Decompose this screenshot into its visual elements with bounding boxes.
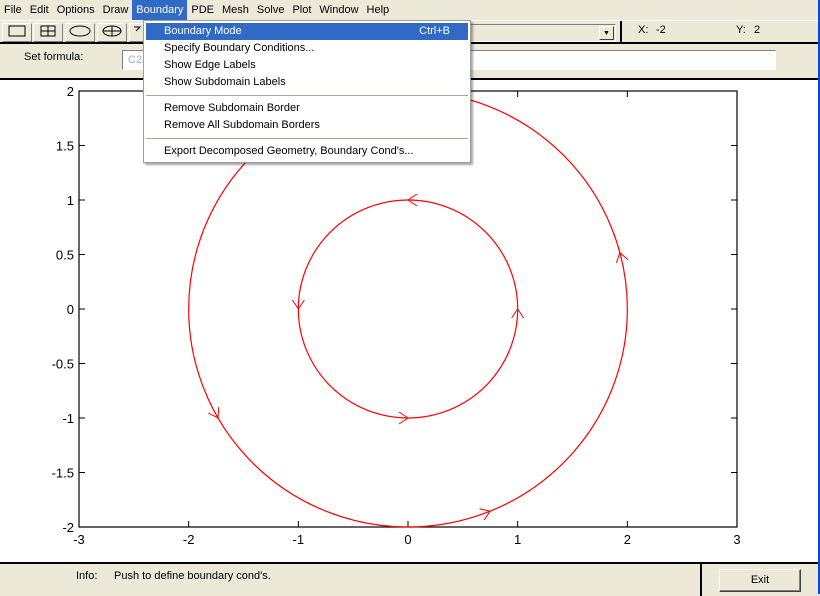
y-tick-label: 0.5 — [56, 248, 74, 263]
menu-item-show-edge-labels[interactable]: Show Edge Labels — [146, 57, 468, 74]
ellipse-icon — [69, 25, 91, 40]
menu-item-label: Show Edge Labels — [164, 59, 256, 71]
chevron-down-icon[interactable]: ▼ — [599, 26, 614, 40]
x-tick-label: 3 — [733, 532, 740, 547]
rectangle-icon — [8, 25, 26, 40]
info-text: Push to define boundary cond's. — [114, 570, 271, 582]
menu-item-boundary-mode[interactable]: Boundary Mode Ctrl+B — [146, 23, 468, 40]
ellipse-center-icon — [101, 25, 123, 40]
menu-mesh[interactable]: Mesh — [218, 0, 253, 20]
menu-draw[interactable]: Draw — [99, 0, 133, 20]
menu-plot[interactable]: Plot — [288, 0, 315, 20]
mode-select[interactable]: ▼ — [470, 24, 616, 42]
y-tick-label: -1.5 — [52, 466, 74, 481]
menu-item-label: Boundary Mode — [164, 25, 242, 37]
menu-solve[interactable]: Solve — [253, 0, 289, 20]
menu-item-label: Remove Subdomain Border — [164, 102, 300, 114]
y-tick-label: 1.5 — [56, 139, 74, 154]
x-tick-label: 2 — [624, 532, 631, 547]
menu-file[interactable]: File — [0, 0, 26, 20]
x-tick-label: -3 — [73, 532, 85, 547]
exit-button[interactable]: Exit — [719, 569, 801, 592]
menu-separator — [146, 95, 468, 96]
menu-separator — [146, 138, 468, 139]
menu-boundary[interactable]: Boundary — [132, 0, 188, 20]
y-coord-label: Y: — [736, 24, 746, 36]
menu-item-remove-subdomain-border[interactable]: Remove Subdomain Border — [146, 100, 468, 117]
x-tick-label: -2 — [183, 532, 195, 547]
y-tick-label: -0.5 — [52, 357, 74, 372]
y-tick-label: 2 — [67, 84, 74, 99]
menu-options[interactable]: Options — [53, 0, 99, 20]
x-tick-label: 0 — [404, 532, 411, 547]
rectangle-center-icon — [39, 25, 57, 40]
y-coord-value: 2 — [754, 24, 761, 36]
y-tick-label: 0 — [67, 302, 74, 317]
menu-pde[interactable]: PDE — [187, 0, 218, 20]
y-tick-label: -1 — [62, 411, 74, 426]
menu-item-label: Remove All Subdomain Borders — [164, 119, 320, 131]
menu-help[interactable]: Help — [363, 0, 394, 20]
menu-item-label: Show Subdomain Labels — [164, 76, 286, 88]
x-tick-label: 1 — [514, 532, 521, 547]
draw-rectangle-button[interactable] — [2, 23, 32, 42]
menu-item-show-subdomain-labels[interactable]: Show Subdomain Labels — [146, 74, 468, 91]
menu-window[interactable]: Window — [315, 0, 362, 20]
menu-item-specify-boundary-conditions[interactable]: Specify Boundary Conditions... — [146, 40, 468, 57]
status-divider — [700, 564, 702, 596]
draw-ellipse-button[interactable] — [65, 23, 95, 42]
menu-item-label: Specify Boundary Conditions... — [164, 42, 315, 54]
y-tick-label: -2 — [62, 520, 74, 535]
x-coord-value: -2 — [656, 24, 666, 36]
menu-item-export-decomposed-geometry-boundary-cond-s[interactable]: Export Decomposed Geometry, Boundary Con… — [146, 143, 468, 160]
boundary-menu-dropdown: Boundary Mode Ctrl+B Specify Boundary Cond… — [143, 20, 471, 163]
menu-edit[interactable]: Edit — [26, 0, 53, 20]
set-formula-label: Set formula: — [24, 51, 84, 63]
coordinate-readout: X: -2 Y: 2 — [620, 21, 818, 42]
menu-item-remove-all-subdomain-borders[interactable]: Remove All Subdomain Borders — [146, 117, 468, 134]
menu-item-shortcut: Ctrl+B — [419, 25, 450, 37]
status-bar: Info: Push to define boundary cond's. Ex… — [0, 562, 818, 596]
y-tick-label: 1 — [67, 193, 74, 208]
menu-bar: File Edit Options Draw Boundary PDE Mesh Solve P… — [0, 0, 818, 20]
info-label: Info: — [76, 570, 98, 582]
draw-ellipse-center-button[interactable] — [97, 23, 127, 42]
x-tick-label: -1 — [293, 532, 305, 547]
menu-item-label: Export Decomposed Geometry, Boundary Con… — [164, 145, 414, 157]
x-coord-label: X: — [638, 24, 649, 36]
draw-rectangle-center-button[interactable] — [33, 23, 63, 42]
polygon-icon — [133, 25, 142, 40]
